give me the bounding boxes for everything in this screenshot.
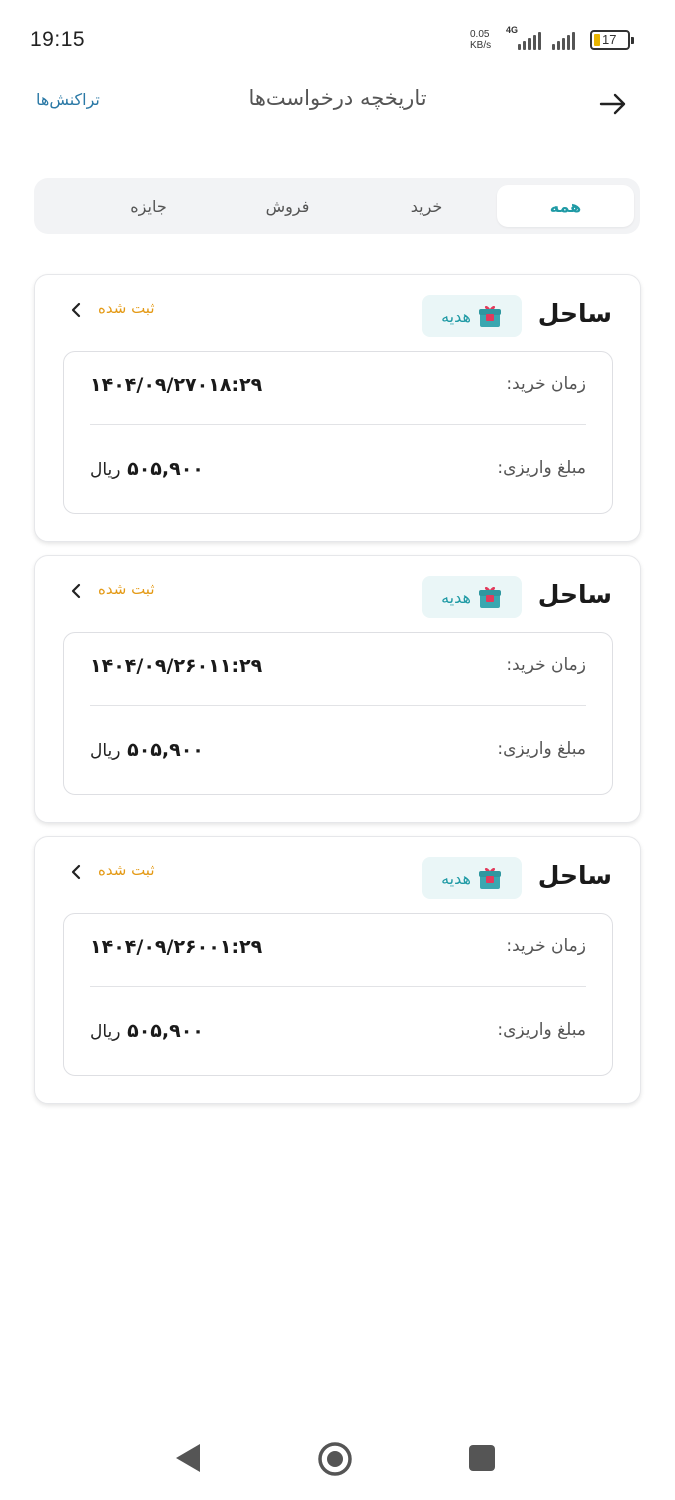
status-bar: 19:15 0.05 KB/s 4G 17 bbox=[0, 0, 675, 80]
status-time: 19:15 bbox=[30, 28, 86, 51]
request-card[interactable]: ساحل هدیه ثبت شده زمان خرید: ۱۴۰۴/۰۹/۲۶۰… bbox=[34, 555, 641, 823]
purchase-time-label: زمان خرید: bbox=[506, 936, 586, 956]
card-details: زمان خرید: ۱۴۰۴/۰۹/۲۶۰۱۱:۲۹ مبلغ واریزی:… bbox=[63, 632, 613, 795]
currency: ریال bbox=[90, 460, 121, 480]
triangle-back-icon[interactable] bbox=[174, 1442, 202, 1474]
amount-number: ۵۰۵,۹۰۰ bbox=[127, 1020, 204, 1042]
purchase-time-label: زمان خرید: bbox=[506, 655, 586, 675]
gift-icon bbox=[477, 584, 503, 610]
gift-badge: هدیه bbox=[422, 576, 522, 618]
system-nav-bar bbox=[0, 1420, 675, 1500]
purchase-time-value: ۱۴۰۴/۰۹/۲۶۰۱۱:۲۹ bbox=[90, 655, 263, 677]
divider bbox=[90, 986, 586, 987]
signal-icon-2 bbox=[552, 28, 575, 50]
filter-tabs: همه خرید فروش جایزه bbox=[34, 178, 640, 234]
status-badge: ثبت شده bbox=[98, 580, 155, 598]
tab-prize[interactable]: جایزه bbox=[80, 185, 217, 227]
battery-level: 17 bbox=[602, 32, 617, 47]
amount-label: مبلغ واریزی: bbox=[497, 739, 586, 759]
request-card[interactable]: ساحل هدیه ثبت شده زمان خرید: ۱۴۰۴/۰۹/۲۷۰… bbox=[34, 274, 641, 542]
request-card[interactable]: ساحل هدیه ثبت شده زمان خرید: ۱۴۰۴/۰۹/۲۶۰… bbox=[34, 836, 641, 1104]
net-speed-value: 0.05 bbox=[470, 29, 490, 40]
card-details: زمان خرید: ۱۴۰۴/۰۹/۲۶۰۰۱:۲۹ مبلغ واریزی:… bbox=[63, 913, 613, 1076]
card-name: ساحل bbox=[537, 861, 612, 890]
amount-value: ۵۰۵,۹۰۰ ریال bbox=[90, 739, 204, 761]
chevron-left-icon[interactable] bbox=[68, 864, 84, 880]
card-name: ساحل bbox=[537, 580, 612, 609]
gift-icon bbox=[477, 303, 503, 329]
card-details: زمان خرید: ۱۴۰۴/۰۹/۲۷۰۱۸:۲۹ مبلغ واریزی:… bbox=[63, 351, 613, 514]
circle-home-icon[interactable] bbox=[316, 1440, 354, 1478]
status-badge: ثبت شده bbox=[98, 861, 155, 879]
divider bbox=[90, 705, 586, 706]
gift-label: هدیه bbox=[441, 306, 471, 326]
gift-label: هدیه bbox=[441, 587, 471, 607]
amount-label: مبلغ واریزی: bbox=[497, 458, 586, 478]
status-badge: ثبت شده bbox=[98, 299, 155, 317]
network-type: 4G bbox=[506, 25, 519, 35]
card-name: ساحل bbox=[537, 299, 612, 328]
tab-sale[interactable]: فروش bbox=[219, 185, 356, 227]
currency: ریال bbox=[90, 741, 121, 761]
amount-number: ۵۰۵,۹۰۰ bbox=[127, 458, 204, 480]
tab-purchase[interactable]: خرید bbox=[358, 185, 495, 227]
gift-icon bbox=[477, 865, 503, 891]
square-recents-icon[interactable] bbox=[469, 1445, 495, 1471]
amount-number: ۵۰۵,۹۰۰ bbox=[127, 739, 204, 761]
gift-badge: هدیه bbox=[422, 857, 522, 899]
chevron-left-icon[interactable] bbox=[68, 583, 84, 599]
transactions-link[interactable]: تراکنش‌ها bbox=[36, 90, 100, 109]
purchase-time-value: ۱۴۰۴/۰۹/۲۷۰۱۸:۲۹ bbox=[90, 374, 263, 396]
tab-all[interactable]: همه bbox=[497, 185, 634, 227]
arrow-right-icon bbox=[599, 93, 626, 115]
net-speed: 0.05 KB/s bbox=[470, 29, 491, 51]
back-button[interactable] bbox=[597, 88, 629, 120]
battery-icon: 17 bbox=[590, 30, 634, 50]
divider bbox=[90, 424, 586, 425]
amount-value: ۵۰۵,۹۰۰ ریال bbox=[90, 458, 204, 480]
header: تاریخچه درخواست‌ها تراکنش‌ها bbox=[0, 78, 675, 128]
gift-label: هدیه bbox=[441, 868, 471, 888]
chevron-left-icon[interactable] bbox=[68, 302, 84, 318]
page-title: تاریخچه درخواست‌ها bbox=[248, 86, 427, 110]
net-speed-unit: KB/s bbox=[470, 40, 492, 51]
amount-label: مبلغ واریزی: bbox=[497, 1020, 586, 1040]
gift-badge: هدیه bbox=[422, 295, 522, 337]
currency: ریال bbox=[90, 1022, 121, 1042]
signal-icon bbox=[518, 28, 541, 50]
purchase-time-label: زمان خرید: bbox=[506, 374, 586, 394]
purchase-time-value: ۱۴۰۴/۰۹/۲۶۰۰۱:۲۹ bbox=[90, 936, 263, 958]
amount-value: ۵۰۵,۹۰۰ ریال bbox=[90, 1020, 204, 1042]
